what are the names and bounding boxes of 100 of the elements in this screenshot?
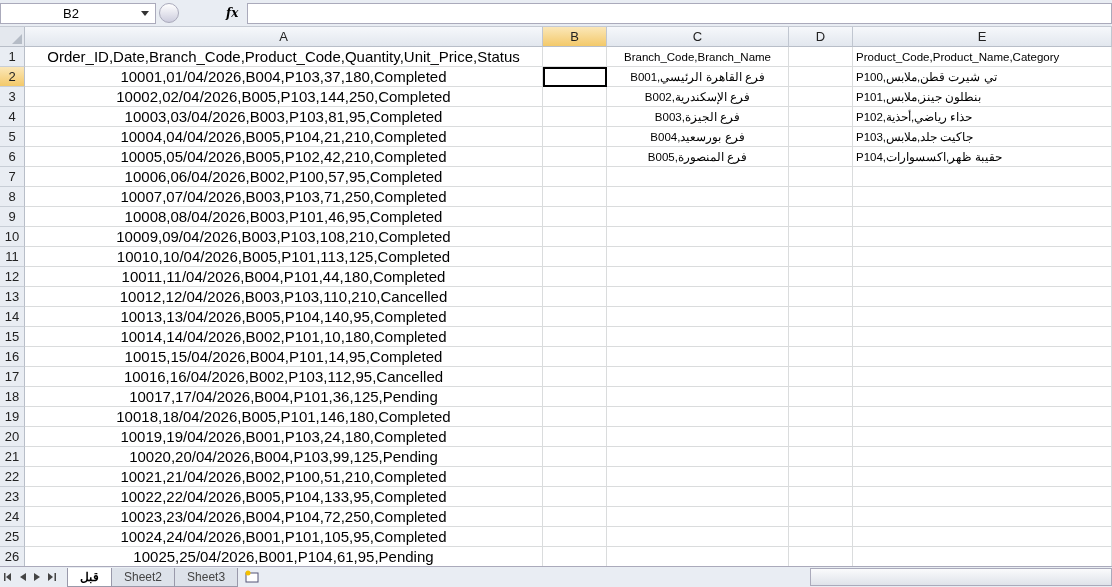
table-cell <box>789 327 853 347</box>
sheet-tab[interactable]: Sheet2 <box>111 567 176 587</box>
row-header[interactable]: 1 <box>0 47 25 67</box>
table-cell: P101,بنطلون جينز,ملابس <box>853 87 1112 107</box>
table-cell: 10016,16/04/2026,B002,P103,112,95,Cancelled <box>25 367 543 387</box>
sheet-tab[interactable]: قبل <box>67 567 112 587</box>
row-header[interactable]: 6 <box>0 147 25 167</box>
row-header[interactable]: 26 <box>0 547 25 566</box>
table-cell: 10019,19/04/2026,B001,P103,24,180,Completed <box>25 427 543 447</box>
column-header[interactable]: C <box>607 27 789 47</box>
table-cell <box>543 427 607 447</box>
row-header[interactable]: 4 <box>0 107 25 127</box>
table-cell: Order_ID,Date,Branch_Code,Product_Code,Quantity,Unit_Price,Status <box>25 47 543 67</box>
row-header[interactable]: 23 <box>0 487 25 507</box>
table-cell <box>543 447 607 467</box>
table-cell: 10003,03/04/2026,B003,P103,81,95,Completed <box>25 107 543 127</box>
table-cell: Product_Code,Product_Name,Category <box>853 47 1112 67</box>
row-header[interactable]: 13 <box>0 287 25 307</box>
row-header[interactable]: 12 <box>0 267 25 287</box>
last-sheet-icon[interactable] <box>48 573 56 581</box>
table-cell: 10020,20/04/2026,B004,P103,99,125,Pending <box>25 447 543 467</box>
name-box[interactable]: B2 <box>0 2 156 24</box>
row-header[interactable]: 2 <box>0 67 25 87</box>
dropdown-icon[interactable] <box>141 10 149 16</box>
table-cell <box>789 367 853 387</box>
table-cell: 10015,15/04/2026,B004,P101,14,95,Completed <box>25 347 543 367</box>
next-sheet-icon[interactable] <box>34 573 40 581</box>
table-cell <box>543 387 607 407</box>
row-header[interactable]: 5 <box>0 127 25 147</box>
table-cell <box>789 387 853 407</box>
table-cell <box>543 487 607 507</box>
table-cell <box>789 347 853 367</box>
table-cell <box>789 67 853 87</box>
table-cell: B004,فرع بورسعيد <box>607 127 789 147</box>
table-cell <box>543 527 607 547</box>
row-header[interactable]: 16 <box>0 347 25 367</box>
row-header[interactable]: 3 <box>0 87 25 107</box>
table-cell: 10024,24/04/2026,B001,P101,105,95,Completed <box>25 527 543 547</box>
row-header[interactable]: 20 <box>0 427 25 447</box>
table-cell <box>543 47 607 67</box>
table-cell: 10007,07/04/2026,B003,P103,71,250,Completed <box>25 187 543 207</box>
table-cell <box>789 267 853 287</box>
table-cell <box>789 407 853 427</box>
table-cell <box>543 467 607 487</box>
table-cell: 10011,11/04/2026,B004,P101,44,180,Completed <box>25 267 543 287</box>
corner-triangle-icon <box>12 34 22 44</box>
table-cell <box>543 507 607 527</box>
table-cell <box>543 127 607 147</box>
table-cell: P104,حقيبة ظهر,اكسسوارات <box>853 147 1112 167</box>
column-header[interactable]: D <box>789 27 853 47</box>
table-cell <box>789 147 853 167</box>
row-header[interactable]: 22 <box>0 467 25 487</box>
table-cell <box>789 47 853 67</box>
column-header[interactable]: B <box>543 27 607 47</box>
horizontal-scrollbar[interactable] <box>810 568 1112 586</box>
resize-handle-icon[interactable] <box>159 3 179 23</box>
table-cell: 10021,21/04/2026,B002,P100,51,210,Completed <box>25 467 543 487</box>
row-header[interactable]: 25 <box>0 527 25 547</box>
row-header[interactable]: 18 <box>0 387 25 407</box>
row-header[interactable]: 10 <box>0 227 25 247</box>
row-header[interactable]: 15 <box>0 327 25 347</box>
row-header[interactable]: 19 <box>0 407 25 427</box>
table-cell <box>543 87 607 107</box>
table-cell: B005,فرع المنصورة <box>607 147 789 167</box>
table-cell: 10013,13/04/2026,B005,P104,140,95,Completed <box>25 307 543 327</box>
table-cell: 10022,22/04/2026,B005,P104,133,95,Completed <box>25 487 543 507</box>
cell-reference: B2 <box>63 5 79 21</box>
table-cell: B003,فرع الجيزة <box>607 107 789 127</box>
table-cell <box>789 487 853 507</box>
table-cell <box>789 207 853 227</box>
insert-function-button[interactable]: fx <box>226 6 239 20</box>
table-cell: 10004,04/04/2026,B005,P104,21,210,Completed <box>25 127 543 147</box>
table-cell: 10001,01/04/2026,B004,P103,37,180,Completed <box>25 67 543 87</box>
table-cell: P102,حذاء رياضي,أحذية <box>853 107 1112 127</box>
table-cell <box>789 467 853 487</box>
row-header[interactable]: 24 <box>0 507 25 527</box>
column-header[interactable]: E <box>853 27 1112 47</box>
table-cell <box>543 267 607 287</box>
row-header[interactable]: 11 <box>0 247 25 267</box>
table-cell <box>789 427 853 447</box>
row-header[interactable]: 8 <box>0 187 25 207</box>
table-cell <box>543 207 607 227</box>
row-header[interactable]: 9 <box>0 207 25 227</box>
row-header[interactable]: 14 <box>0 307 25 327</box>
table-cell <box>789 127 853 147</box>
row-header[interactable]: 7 <box>0 167 25 187</box>
table-cell: 10008,08/04/2026,B003,P101,46,95,Completed <box>25 207 543 227</box>
previous-sheet-icon[interactable] <box>20 573 26 581</box>
new-sheet-icon[interactable] <box>244 570 261 584</box>
table-cell <box>543 187 607 207</box>
formula-field[interactable] <box>247 2 1112 24</box>
active-cell[interactable] <box>543 67 607 87</box>
table-cell <box>789 87 853 107</box>
table-cell <box>789 447 853 467</box>
sheet-tab[interactable]: Sheet3 <box>174 567 239 587</box>
column-header[interactable]: A <box>25 27 543 47</box>
table-cell <box>543 327 607 347</box>
row-header[interactable]: 21 <box>0 447 25 467</box>
first-sheet-icon[interactable] <box>4 573 12 581</box>
row-header[interactable]: 17 <box>0 367 25 387</box>
